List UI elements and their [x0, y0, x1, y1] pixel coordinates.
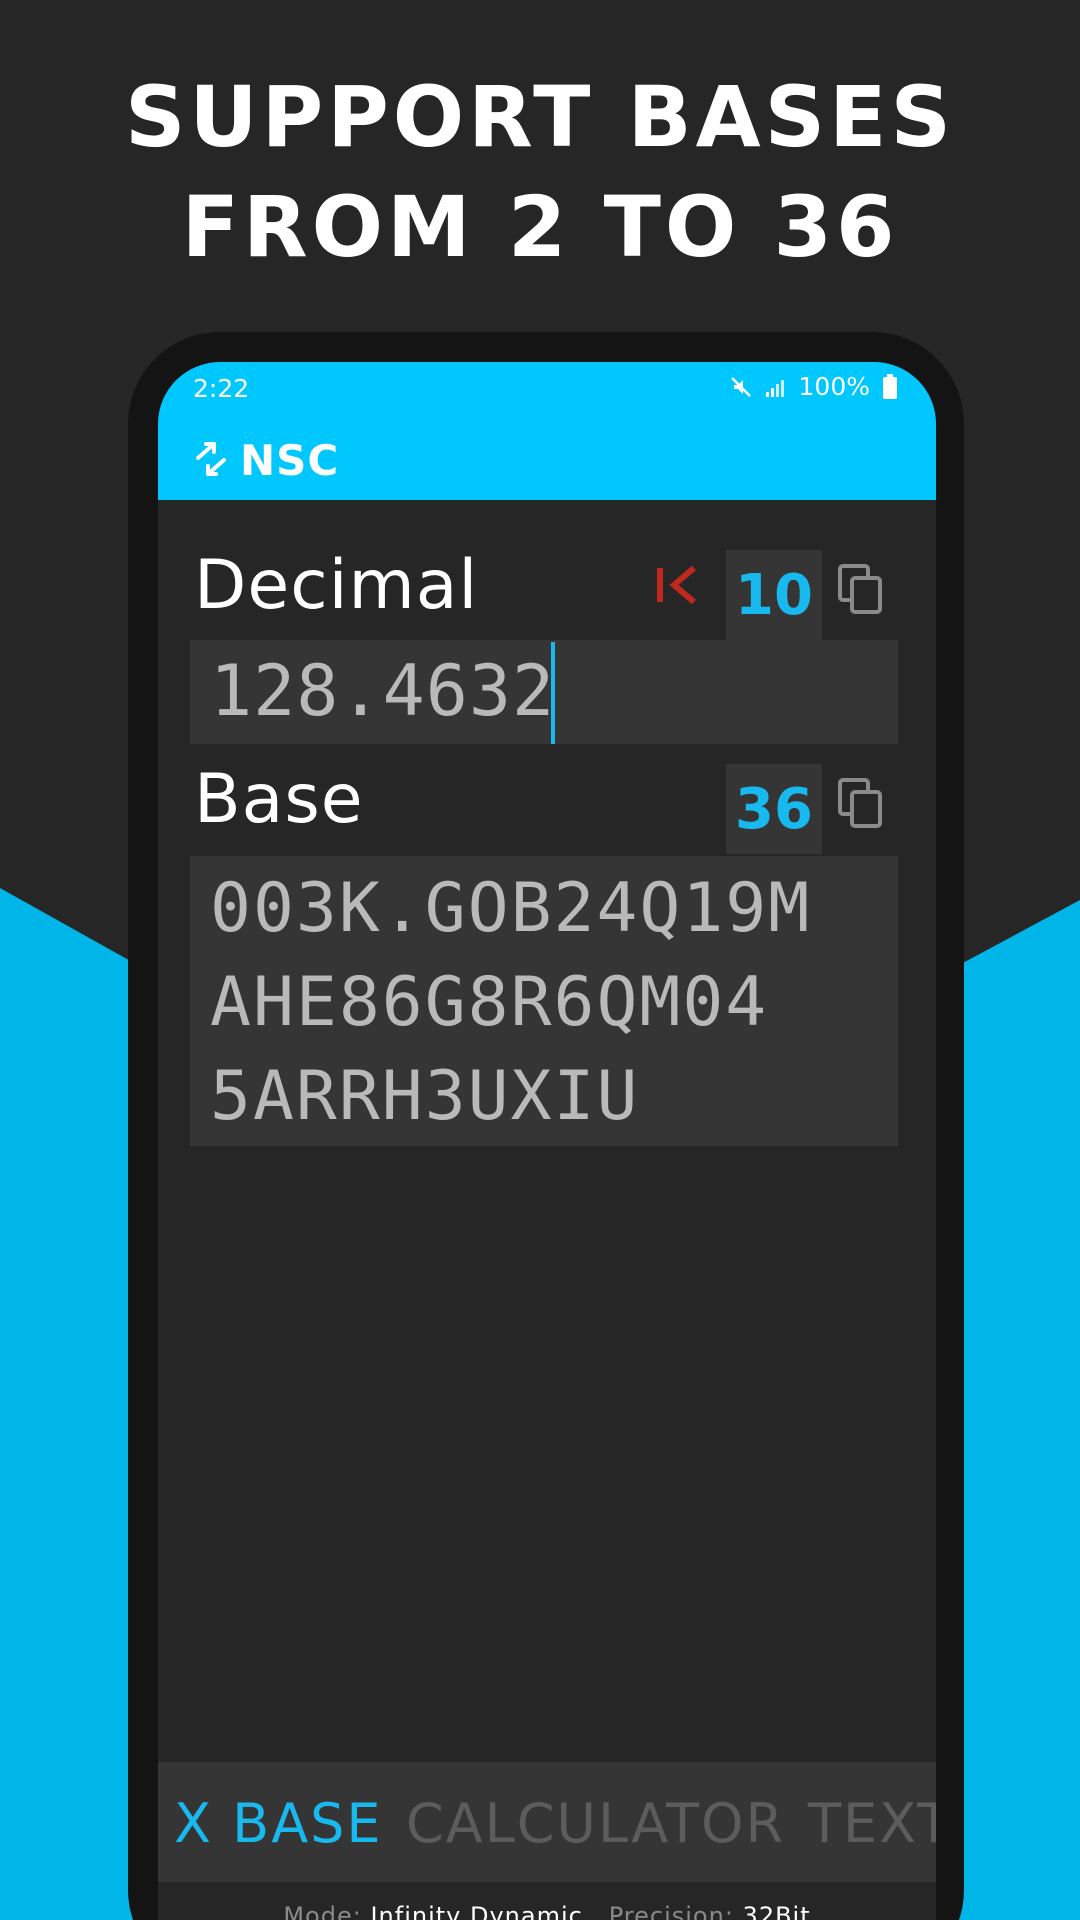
status-time: 2:22	[193, 374, 250, 403]
clear-left-icon[interactable]	[654, 562, 700, 608]
mode-value: Infinity Dynamic	[370, 1902, 583, 1920]
copy-icon[interactable]	[838, 778, 884, 830]
tab-calculator[interactable]: CALCULATOR	[406, 1792, 785, 1855]
signal-icon	[765, 379, 784, 397]
tab-x-base[interactable]: X BASE	[174, 1792, 383, 1855]
text-caret	[551, 642, 555, 744]
output-base-selector[interactable]: 36	[726, 764, 822, 854]
base-output-value: 003K.GOB24Q19M AHE86G8R6QM04 5ARRH3UXIU	[210, 869, 812, 1136]
promo-headline: SUPPORT BASES FROM 2 TO 36	[0, 62, 1080, 282]
status-footer: Mode: Infinity Dynamic Precision: 32Bit	[158, 1882, 936, 1920]
decimal-input-value: 128.4632	[210, 650, 556, 732]
base-output[interactable]: 003K.GOB24Q19M AHE86G8R6QM04 5ARRH3UXIU	[190, 856, 898, 1146]
base-label: Base	[194, 760, 364, 839]
battery-icon	[883, 373, 897, 399]
headline-line-2: FROM 2 TO 36	[181, 178, 899, 276]
swap-arrows-icon	[196, 442, 226, 476]
promo-page: SUPPORT BASES FROM 2 TO 36 2:22 100% NSC…	[0, 0, 1080, 1920]
tab-text[interactable]: TEXT	[808, 1792, 936, 1855]
decimal-base-selector[interactable]: 10	[726, 550, 822, 640]
precision-label: Precision:	[608, 1902, 734, 1920]
mute-icon	[730, 376, 751, 397]
status-bar: 2:22 100%	[158, 362, 936, 422]
app-title: NSC	[240, 436, 340, 485]
headline-line-1: SUPPORT BASES	[124, 68, 956, 166]
decimal-input[interactable]: 128.4632	[190, 640, 898, 744]
precision-value: 32Bit	[742, 1902, 811, 1920]
decimal-label: Decimal	[194, 546, 479, 625]
bottom-tab-bar: X BASE CALCULATOR TEXT	[158, 1762, 936, 1882]
copy-icon[interactable]	[838, 564, 884, 616]
status-icons: 100%	[729, 372, 898, 401]
battery-percent: 100%	[798, 372, 870, 401]
phone-screen: 2:22 100% NSC Decimal 10 128.4632 Base 3…	[158, 362, 936, 1920]
mode-label: Mode:	[283, 1902, 362, 1920]
app-bar: NSC	[158, 422, 936, 500]
